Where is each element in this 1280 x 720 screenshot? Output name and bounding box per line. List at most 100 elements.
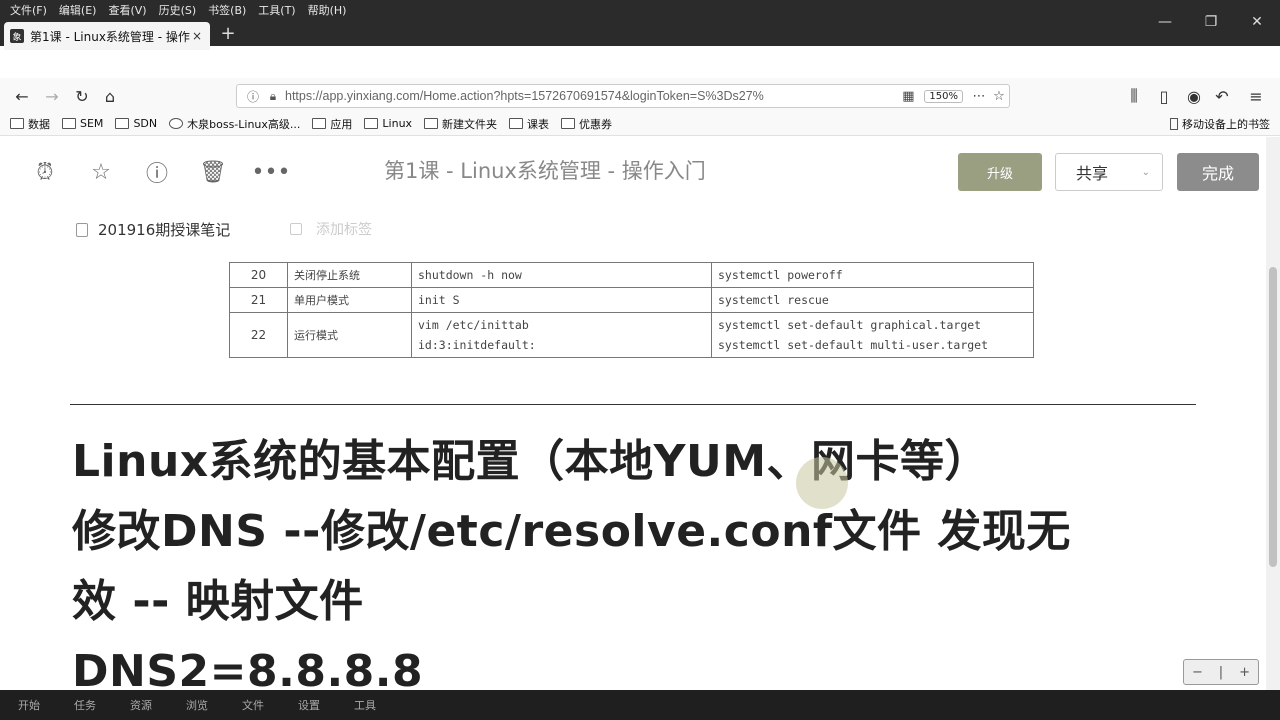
forward-arrow-icon[interactable]: →: [42, 86, 62, 106]
sidebar-icon[interactable]: ▯: [1154, 86, 1174, 106]
vertical-scrollbar[interactable]: [1266, 137, 1280, 690]
bookmark-item[interactable]: 应用: [312, 116, 352, 132]
bookmark-label: SEM: [80, 117, 104, 130]
bookmark-item[interactable]: 数据: [10, 116, 50, 132]
taskbar-item[interactable]: 工具: [354, 697, 376, 713]
note-title[interactable]: 第1课 - Linux系统管理 - 操作入门: [384, 155, 706, 185]
menu-view[interactable]: 查看(V): [102, 0, 152, 22]
bookmark-item[interactable]: SEM: [62, 117, 103, 130]
old-command: id:3:initdefault:: [418, 338, 536, 352]
trash-icon[interactable]: 🗑︎: [199, 159, 227, 185]
row-name: 关闭停止系统: [287, 262, 412, 288]
qr-code-icon[interactable]: ▦: [898, 89, 918, 104]
zoom-in-button[interactable]: +: [1239, 665, 1250, 680]
bookmark-item[interactable]: 优惠券: [561, 116, 612, 132]
address-bar[interactable]: ⓘ 🔒︎ https://app.yinxiang.com/Home.actio…: [236, 84, 1010, 108]
bookmark-item[interactable]: 木泉boss-Linux高级...: [169, 116, 300, 132]
notebook-selector[interactable]: 201916期授课笔记: [76, 219, 230, 240]
new-command-cell: systemctl set-default graphical.target s…: [711, 312, 1034, 358]
share-button[interactable]: 共享 ⌄: [1055, 153, 1163, 191]
bookmark-label: 优惠券: [579, 117, 613, 131]
bookmark-item[interactable]: 新建文件夹: [424, 116, 497, 132]
minimize-button[interactable]: —: [1142, 0, 1188, 44]
url-text[interactable]: https://app.yinxiang.com/Home.action?hpt…: [285, 89, 898, 103]
body-line[interactable]: DNS2=8.8.8.8: [72, 637, 1202, 690]
tab-active[interactable]: 象 第1课 - Linux系统管理 - 操作入 ×: [4, 22, 210, 50]
bookmark-label: 新建文件夹: [442, 117, 498, 131]
bookmark-star-icon[interactable]: ☆: [989, 89, 1009, 104]
row-number: 20: [229, 262, 288, 288]
table-row: 20 关闭停止系统 shutdown -h now systemctl powe…: [229, 262, 1034, 288]
share-label: 共享: [1076, 164, 1109, 183]
bookmark-item[interactable]: SDN: [115, 117, 157, 130]
row-name: 单用户模式: [287, 287, 412, 313]
bookmark-label: 课表: [527, 117, 550, 131]
bookmark-item[interactable]: Linux: [364, 117, 412, 130]
tag-icon: [290, 223, 302, 235]
row-name: 运行模式: [287, 312, 412, 358]
done-button[interactable]: 完成: [1177, 153, 1259, 191]
heading-line[interactable]: Linux系统的基本配置（本地YUM、网卡等）: [72, 427, 1202, 497]
folder-icon: [312, 118, 327, 129]
menu-bookmarks[interactable]: 书签(B): [202, 0, 252, 22]
zoom-divider: |: [1218, 664, 1224, 680]
close-window-button[interactable]: ✕: [1234, 0, 1280, 44]
tab-close-icon[interactable]: ×: [190, 29, 204, 43]
lock-icon[interactable]: 🔒︎: [265, 89, 281, 104]
navigation-bar: ← → ↻ ⌂ ⓘ 🔒︎ https://app.yinxiang.com/Ho…: [0, 78, 1280, 114]
menu-history[interactable]: 历史(S): [153, 0, 203, 22]
folder-icon: [115, 118, 130, 129]
taskbar-item[interactable]: 文件: [242, 697, 264, 713]
account-icon[interactable]: ◉: [1184, 86, 1204, 106]
note-info-icon[interactable]: ⓘ: [144, 159, 170, 187]
taskbar-item[interactable]: 浏览: [186, 697, 208, 713]
tag-input[interactable]: 添加标签: [290, 219, 372, 239]
shortcut-star-icon[interactable]: ☆: [88, 159, 114, 185]
body-line[interactable]: 效 -- 映射文件: [72, 567, 1202, 637]
note-editor: ⏰︎ ☆ ⓘ 🗑︎ ••• 第1课 - Linux系统管理 - 操作入门 升级 …: [0, 137, 1266, 690]
menu-file[interactable]: 文件(F): [4, 0, 53, 22]
bookmark-item[interactable]: 课表: [509, 116, 549, 132]
notebook-icon: [76, 222, 88, 237]
zoom-out-button[interactable]: −: [1192, 665, 1203, 680]
info-icon[interactable]: ⓘ: [245, 88, 261, 105]
new-tab-button[interactable]: +: [218, 24, 238, 44]
mobile-icon: [1170, 117, 1178, 130]
body-line[interactable]: 修改DNS --修改/etc/resolve.conf文件 发现无: [72, 497, 1202, 567]
folder-icon: [364, 118, 379, 129]
undo-close-icon[interactable]: ↶: [1212, 86, 1232, 106]
taskbar-item[interactable]: 开始: [18, 697, 40, 713]
taskbar: 开始 任务 资源 浏览 文件 设置 工具: [0, 690, 1280, 720]
reload-icon[interactable]: ↻: [72, 86, 92, 106]
taskbar-item[interactable]: 设置: [298, 697, 320, 713]
old-command: init S: [411, 287, 712, 313]
scrollbar-thumb[interactable]: [1269, 267, 1277, 567]
zoom-level-badge[interactable]: 150%: [924, 89, 963, 103]
more-options-icon[interactable]: •••: [252, 159, 291, 185]
row-number: 22: [229, 312, 288, 358]
window-controls: — ❐ ✕: [1142, 0, 1280, 44]
menu-tools[interactable]: 工具(T): [252, 0, 301, 22]
reminder-alarm-icon[interactable]: ⏰︎: [32, 159, 58, 185]
tab-bar: 象 第1课 - Linux系统管理 - 操作入 × +: [0, 22, 1280, 50]
menu-edit[interactable]: 编辑(E): [53, 0, 103, 22]
back-arrow-icon[interactable]: ←: [12, 86, 32, 106]
taskbar-item[interactable]: 任务: [74, 697, 96, 713]
library-icon[interactable]: ⫼: [1124, 86, 1144, 106]
menu-help[interactable]: 帮助(H): [302, 0, 353, 22]
note-body-text[interactable]: Linux系统的基本配置（本地YUM、网卡等） 修改DNS --修改/etc/r…: [72, 427, 1202, 690]
new-command: systemctl set-default graphical.target: [718, 318, 982, 332]
old-command: vim /etc/inittab: [418, 318, 529, 332]
more-actions-icon[interactable]: ⋯: [969, 89, 989, 104]
chevron-down-icon[interactable]: ⌄: [1142, 167, 1150, 178]
taskbar-item[interactable]: 资源: [130, 697, 152, 713]
bookmarks-toolbar: 数据 SEM SDN 木泉boss-Linux高级... 应用 Linux 新建…: [0, 112, 1280, 136]
home-icon[interactable]: ⌂: [100, 86, 120, 106]
mobile-bookmarks[interactable]: 移动设备上的书签: [1170, 116, 1270, 132]
folder-icon: [10, 118, 24, 129]
hamburger-menu-icon[interactable]: ≡: [1246, 86, 1266, 106]
restore-button[interactable]: ❐: [1188, 0, 1234, 44]
notebook-name: 201916期授课笔记: [98, 221, 231, 239]
upgrade-button[interactable]: 升级: [958, 153, 1042, 191]
bookmark-label: 数据: [28, 117, 50, 131]
